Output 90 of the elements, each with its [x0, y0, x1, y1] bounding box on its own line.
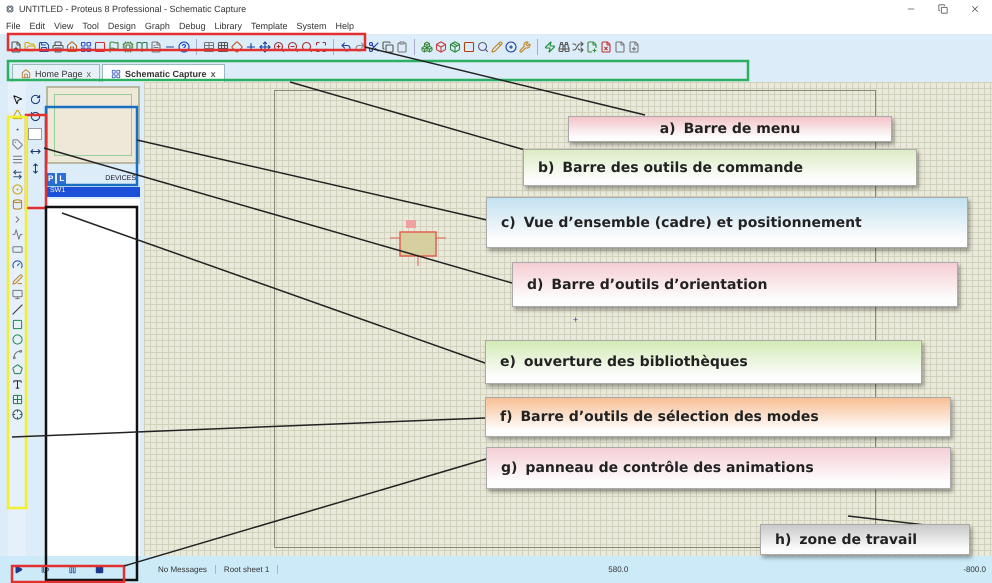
- callout-text: panneau de contrôle des animations: [525, 460, 814, 476]
- callout-letter: f): [500, 409, 512, 425]
- flip-horizontal-icon[interactable]: [30, 146, 40, 157]
- grid-icon[interactable]: [217, 41, 229, 53]
- search-icon[interactable]: [301, 41, 313, 53]
- copy-icon[interactable]: [382, 41, 394, 53]
- callout-text: Barre d’outils d’orientation: [551, 276, 768, 292]
- search-icon[interactable]: [477, 41, 489, 53]
- arc-icon[interactable]: [12, 349, 22, 360]
- window-title: UNTITLED - Proteus 8 Professional - Schematic Capture: [19, 4, 248, 14]
- close-tab-button[interactable]: x: [210, 68, 216, 78]
- file-icon[interactable]: [628, 41, 640, 53]
- help-icon[interactable]: [178, 41, 190, 53]
- disc-icon[interactable]: [505, 41, 517, 53]
- box-icon[interactable]: [435, 41, 447, 53]
- callout-letter: a): [660, 121, 676, 137]
- zoom-in-icon[interactable]: [273, 41, 285, 53]
- app-icon: [6, 5, 14, 13]
- callout-letter: e): [500, 354, 516, 370]
- graph-icon[interactable]: [12, 229, 22, 240]
- circle-icon[interactable]: [12, 334, 22, 345]
- close-icon[interactable]: [970, 4, 980, 14]
- line-icon[interactable]: [12, 304, 22, 315]
- cut-icon[interactable]: [368, 41, 380, 53]
- step-icon[interactable]: [41, 565, 50, 574]
- shuffle-icon[interactable]: [572, 41, 584, 53]
- callout-letter: g): [501, 460, 518, 476]
- menu-item[interactable]: Graph: [144, 21, 170, 31]
- paste-icon[interactable]: [396, 41, 408, 53]
- component-drawing: [390, 218, 446, 268]
- menu-item[interactable]: Library: [214, 21, 242, 31]
- home-icon[interactable]: [66, 41, 78, 53]
- callout-text: Vue d’ensemble (cadre) et positionnement: [524, 214, 862, 230]
- file-icon[interactable]: [614, 41, 626, 53]
- y-coordinate: -800.0: [963, 565, 986, 574]
- book-icon[interactable]: [136, 41, 148, 53]
- callout-text: zone de travail: [799, 532, 918, 548]
- menu-item[interactable]: System: [296, 21, 327, 31]
- library-button[interactable]: L: [57, 172, 66, 184]
- package-icon[interactable]: [449, 41, 461, 53]
- save-icon[interactable]: [38, 41, 50, 53]
- add-sheet-icon[interactable]: [586, 41, 598, 53]
- menu-item[interactable]: Tool: [82, 21, 99, 31]
- home-icon: [21, 68, 31, 78]
- callout-letter: b): [538, 160, 554, 176]
- pointer-icon[interactable]: [12, 94, 22, 105]
- callout-text: Barre de menu: [684, 121, 800, 137]
- overview-window[interactable]: [46, 86, 140, 164]
- callout-text: ouverture des bibliothèques: [524, 354, 748, 370]
- menu-item[interactable]: View: [54, 21, 74, 31]
- new-file-icon[interactable]: [10, 41, 22, 53]
- menu-item[interactable]: File: [6, 21, 21, 31]
- origin-marker-icon: [572, 316, 579, 323]
- menu-item[interactable]: Template: [250, 21, 288, 31]
- callout-letter: h): [775, 532, 792, 548]
- callout-letter: c): [501, 214, 516, 230]
- menu-item[interactable]: Design: [108, 21, 136, 31]
- callout-letter: d): [527, 276, 544, 292]
- rotate-clockwise-icon[interactable]: [30, 94, 40, 105]
- square-icon[interactable]: [94, 41, 106, 53]
- binoculars-icon[interactable]: [558, 41, 570, 53]
- messages-status[interactable]: No Messages: [150, 565, 216, 574]
- menu-item[interactable]: Help: [336, 21, 354, 31]
- zap-icon[interactable]: [544, 41, 556, 53]
- document-icon[interactable]: [150, 41, 162, 53]
- restore-icon[interactable]: [938, 4, 948, 14]
- label-icon[interactable]: [12, 139, 22, 150]
- close-tab-button[interactable]: x: [86, 68, 92, 78]
- pause-icon[interactable]: [68, 565, 77, 574]
- printer-icon[interactable]: [52, 41, 64, 53]
- callout-text: Barre d’outils de sélection des modes: [520, 409, 819, 425]
- play-icon[interactable]: [14, 565, 23, 574]
- menu-item[interactable]: Debug: [178, 21, 206, 31]
- menu-item[interactable]: Edit: [30, 21, 46, 31]
- angle-field[interactable]: [28, 128, 42, 140]
- table-icon[interactable]: [203, 41, 215, 53]
- sheet-status: Root sheet 1: [216, 565, 278, 574]
- box-icon[interactable]: [12, 319, 22, 330]
- rotate-counterclockwise-icon[interactable]: [30, 111, 40, 122]
- flag-icon[interactable]: [108, 41, 120, 53]
- text-icon[interactable]: [12, 379, 22, 390]
- move-icon[interactable]: [259, 41, 271, 53]
- callout-text: Barre des outils de commande: [562, 160, 803, 176]
- diamond-icon[interactable]: [231, 41, 243, 53]
- zoom-out-icon[interactable]: [287, 41, 299, 53]
- delete-sheet-icon[interactable]: [600, 41, 612, 53]
- square-icon[interactable]: [463, 41, 475, 53]
- block-icon[interactable]: [421, 41, 433, 53]
- grid-icon[interactable]: [80, 41, 92, 53]
- x-coordinate: 580.0: [608, 565, 628, 574]
